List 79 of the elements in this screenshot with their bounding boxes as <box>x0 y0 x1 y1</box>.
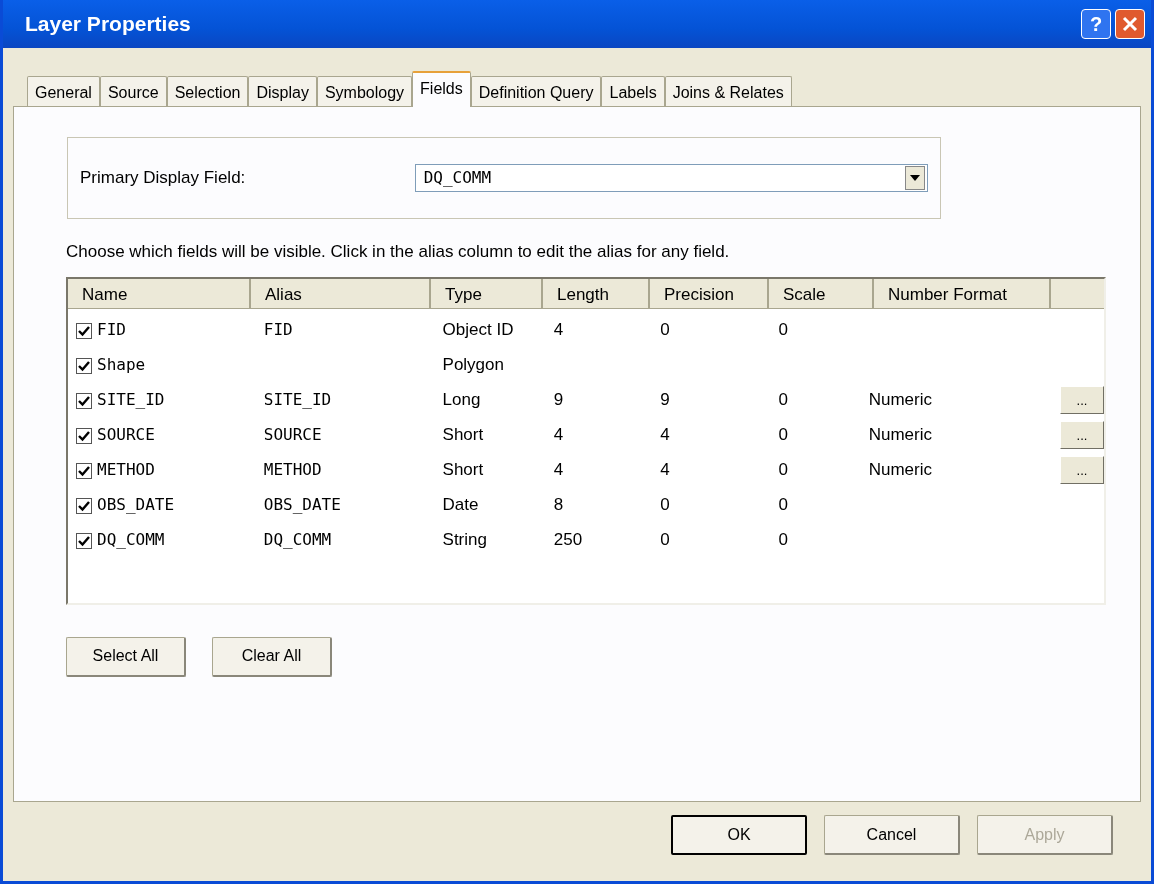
window-title: Layer Properties <box>25 11 192 38</box>
table-cell-text: Numeric <box>868 389 933 412</box>
field-name: OBS_DATE <box>97 495 175 514</box>
field-name: SOURCE <box>97 425 155 444</box>
tab[interactable]: General <box>27 76 100 106</box>
table-cell: 4 <box>553 425 564 445</box>
table-cell: Short <box>442 425 484 445</box>
column-header[interactable]: Alias <box>251 278 431 308</box>
dialog-button[interactable]: Cancel <box>824 815 960 855</box>
close-button[interactable] <box>1115 9 1145 39</box>
table-cell: 4 <box>660 425 670 445</box>
instructions-text: Choose which fields will be visible. Click in the alias column to edit the alias for any field. <box>66 241 731 263</box>
number-format-button[interactable]: ... <box>1060 421 1104 449</box>
field-alias: SITE_ID <box>263 390 332 409</box>
tab[interactable]: Joins & Relates <box>664 76 792 106</box>
column-header[interactable]: Type <box>431 278 543 308</box>
help-button[interactable]: ? <box>1081 9 1111 39</box>
tab[interactable]: Selection <box>166 76 249 106</box>
table-cell: 8 <box>553 495 564 515</box>
table-cell: 0 <box>660 320 670 340</box>
table-cell: 0 <box>660 530 670 550</box>
checkbox[interactable] <box>76 358 92 374</box>
table-cell: 0 <box>778 495 788 515</box>
field-name: Shape <box>97 355 146 374</box>
checkbox[interactable] <box>76 428 92 444</box>
column-header[interactable]: Length <box>543 278 650 308</box>
dropdown-arrow-icon <box>910 175 920 181</box>
field-name: DQ_COMM <box>97 530 165 549</box>
table-cell: String <box>442 530 487 550</box>
list-button[interactable]: Select All <box>66 636 186 677</box>
checkbox[interactable] <box>76 323 92 339</box>
column-header[interactable]: Scale <box>769 278 874 308</box>
table-cell: 250 <box>553 530 583 550</box>
field-alias: METHOD <box>263 460 322 479</box>
table-cell: 4 <box>553 460 564 480</box>
table-cell: 0 <box>778 425 788 445</box>
field-name: SITE_ID <box>97 390 165 409</box>
close-icon <box>1122 16 1138 32</box>
field-name: METHOD <box>97 460 155 479</box>
table-cell-text: Numeric <box>868 459 933 482</box>
checkbox[interactable] <box>76 393 92 409</box>
column-header[interactable]: Precision <box>650 278 769 308</box>
field-alias: FID <box>263 320 293 339</box>
number-format-button[interactable]: ... <box>1060 456 1104 484</box>
column-header[interactable]: Name <box>68 278 251 308</box>
field-name: FID <box>97 320 126 339</box>
field-alias: DQ_COMM <box>263 530 332 549</box>
tab[interactable]: Labels <box>601 76 665 106</box>
table-cell: Short <box>442 460 484 480</box>
tab[interactable]: Definition Query <box>470 76 602 106</box>
tab[interactable]: Display <box>248 76 317 106</box>
checkbox[interactable] <box>76 463 92 479</box>
table-cell: 0 <box>778 390 788 410</box>
table-cell: 0 <box>660 495 670 515</box>
primary-display-dropdown[interactable]: DQ_COMM <box>414 164 928 192</box>
table-cell: 0 <box>778 320 788 340</box>
table-cell: 9 <box>553 390 564 410</box>
table-cell: Date <box>442 495 479 515</box>
column-header[interactable]: Number Format <box>874 278 1051 308</box>
table-cell: 9 <box>660 390 670 410</box>
dialog-button[interactable]: OK <box>671 815 807 855</box>
number-format-button[interactable]: ... <box>1060 386 1104 414</box>
table-cell: 4 <box>660 460 670 480</box>
list-button[interactable]: Clear All <box>212 636 332 677</box>
table-cell: 4 <box>553 320 564 340</box>
field-alias: OBS_DATE <box>263 495 341 514</box>
checkbox[interactable] <box>76 498 92 514</box>
table-cell: 0 <box>778 530 788 550</box>
checkbox[interactable] <box>76 533 92 549</box>
table-cell: Object ID <box>442 320 514 340</box>
tab[interactable]: Fields <box>412 71 471 107</box>
table-cell: Long <box>442 390 481 410</box>
field-alias: SOURCE <box>263 425 322 444</box>
field-label: Primary Display Field: <box>80 167 247 190</box>
table-cell-text: Numeric <box>868 424 933 447</box>
table-cell: 0 <box>778 460 788 480</box>
tab[interactable]: Source <box>99 76 167 106</box>
table-cell: Polygon <box>442 355 504 375</box>
tab[interactable]: Symbology <box>316 76 413 106</box>
